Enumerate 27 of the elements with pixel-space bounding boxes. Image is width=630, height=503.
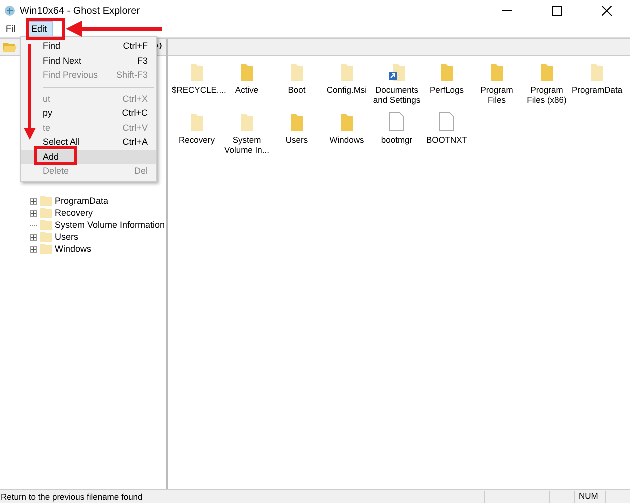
tree-item[interactable]: System Volume Information: [55, 220, 166, 230]
window-title: Win10x64 - Ghost Explorer: [20, 6, 142, 16]
menu-item[interactable]: py Ctrl+C: [21, 106, 156, 120]
file-name[interactable]: Config.Msi: [322, 85, 372, 95]
tree-item[interactable]: ProgramData: [55, 196, 109, 206]
file-name[interactable]: PerfLogs: [422, 85, 472, 95]
file-name[interactable]: ProgramData: [572, 85, 622, 95]
menu-item[interactable]: Select All Ctrl+A: [21, 135, 156, 150]
file-name[interactable]: System Volume In...: [222, 135, 272, 155]
num-lock-indicator: NUM: [574, 490, 605, 502]
tree-item[interactable]: Users: [55, 232, 79, 242]
file-name[interactable]: Windows: [322, 135, 372, 145]
file-name[interactable]: Recovery: [172, 135, 222, 145]
menu-item[interactable]: Find Ctrl+F: [21, 39, 156, 54]
file-name[interactable]: Program Files (x86): [522, 85, 572, 105]
file-name[interactable]: BOOTNXT: [422, 135, 472, 145]
file-name[interactable]: Users: [272, 135, 322, 145]
tree-item[interactable]: Recovery: [55, 208, 94, 218]
file-name[interactable]: Program Files: [472, 85, 522, 105]
tree-item[interactable]: Windows: [55, 244, 92, 254]
file-name[interactable]: Documents and Settings: [372, 85, 422, 105]
menu-item[interactable]: Add: [21, 150, 156, 164]
menu-item[interactable]: Fil: [0, 21, 22, 38]
menu-item[interactable]: Find Next F3: [21, 54, 156, 68]
file-name[interactable]: Boot: [272, 85, 322, 95]
file-name[interactable]: bootmgr: [372, 135, 422, 145]
status-message: Return to the previous filename found: [0, 492, 144, 502]
